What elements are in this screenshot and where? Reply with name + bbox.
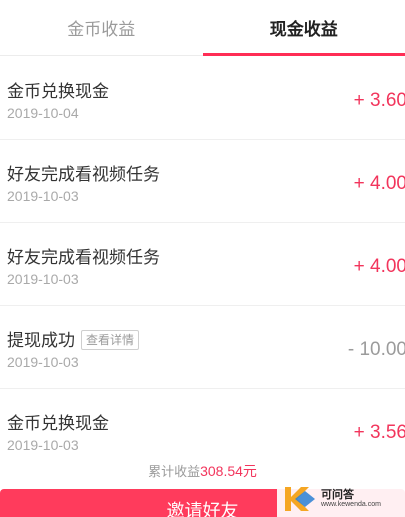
record-date: 2019-10-03: [7, 437, 79, 453]
watermark: 可问答 www.kewenda.com: [277, 480, 405, 517]
cash-record-list: 金币兑换现金 2019-10-04 + 3.60 好友完成看视频任务 2019-…: [0, 57, 405, 472]
record-amount: + 3.60: [353, 90, 405, 111]
record-amount: + 3.56: [353, 422, 405, 443]
list-item: 好友完成看视频任务 2019-10-03 + 4.00: [0, 223, 405, 306]
record-title: 金币兑换现金: [7, 82, 109, 102]
watermark-url: www.kewenda.com: [321, 500, 381, 508]
tab-cash-income[interactable]: 现金收益: [202, 0, 405, 56]
record-date: 2019-10-03: [7, 354, 79, 370]
total-income-label: 累计收益: [148, 465, 201, 480]
watermark-name: 可问答: [321, 487, 354, 501]
record-title-text: 提现成功: [7, 331, 75, 351]
list-item: 金币兑换现金 2019-10-04 + 3.60: [0, 57, 405, 140]
list-item: 提现成功 查看详情 2019-10-03 - 10.00: [0, 306, 405, 389]
record-title: 好友完成看视频任务: [7, 248, 160, 268]
record-date: 2019-10-03: [7, 271, 79, 287]
view-details-button[interactable]: 查看详情: [81, 330, 140, 350]
kewenda-logo-icon: [281, 483, 319, 515]
list-item: 好友完成看视频任务 2019-10-03 + 4.00: [0, 140, 405, 223]
record-title: 提现成功 查看详情: [7, 326, 140, 351]
record-title: 好友完成看视频任务: [7, 165, 160, 185]
total-income-value: 308.54元: [200, 463, 257, 479]
record-amount: + 4.00: [353, 256, 405, 277]
record-date: 2019-10-04: [7, 105, 79, 121]
tab-coin-income[interactable]: 金币收益: [0, 0, 203, 55]
income-tabs: 金币收益 现金收益: [0, 0, 405, 56]
record-amount: + 4.00: [353, 173, 405, 194]
record-amount: - 10.00: [347, 339, 405, 360]
record-title: 金币兑换现金: [7, 414, 109, 434]
record-date: 2019-10-03: [7, 188, 79, 204]
